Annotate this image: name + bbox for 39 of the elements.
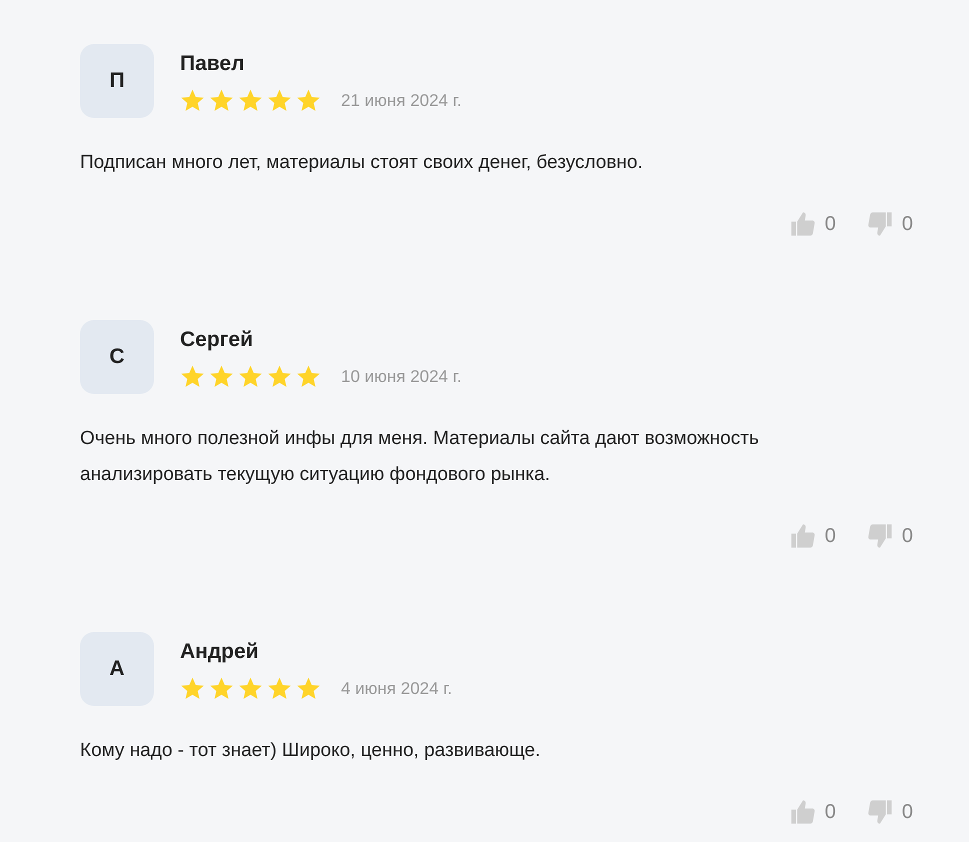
review-date: 21 июня 2024 г.: [341, 90, 462, 112]
thumbs-down-icon: [866, 798, 894, 826]
reviewer-name: Сергей: [180, 327, 254, 353]
star-icon: [209, 364, 234, 390]
star-icon: [238, 364, 263, 390]
review-text: Кому надо - тот знает) Широко, ценно, развивающе.: [80, 739, 542, 763]
star-icon: [180, 364, 205, 390]
star-icon: [296, 676, 321, 702]
thumbs-up-icon: [788, 210, 817, 238]
like-button[interactable]: 0: [788, 209, 836, 239]
thumbs-down-icon: [866, 522, 894, 550]
like-button[interactable]: 0: [788, 797, 836, 827]
star-icon: [209, 88, 234, 114]
avatar: С: [80, 320, 154, 394]
dislike-button[interactable]: 0: [866, 209, 913, 239]
review-text: Подписан много лет, материалы стоят своих денег, безусловно.: [80, 151, 644, 175]
avatar: А: [80, 632, 154, 706]
reviewer-name: Павел: [180, 51, 246, 77]
review-text: Очень много полезной инфы для меня. Материалы сайта дают возможность анализировать текущую ситуацию фондового рынка.: [80, 427, 760, 487]
thumbs-down-icon: [866, 210, 894, 238]
avatar: П: [80, 44, 154, 118]
review-date: 10 июня 2024 г.: [341, 366, 462, 388]
dislike-button[interactable]: 0: [866, 797, 913, 827]
dislike-button[interactable]: 0: [866, 521, 913, 551]
reviewer-name: Андрей: [180, 639, 260, 665]
star-icon: [267, 676, 292, 702]
star-icon: [296, 88, 321, 114]
like-button[interactable]: 0: [788, 521, 836, 551]
review-date: 4 июня 2024 г.: [341, 678, 452, 700]
thumbs-up-icon: [788, 522, 817, 550]
star-icon: [180, 676, 205, 702]
star-icon: [238, 88, 263, 114]
star-icon: [238, 676, 263, 702]
star-icon: [267, 364, 292, 390]
star-icon: [296, 364, 321, 390]
star-icon: [209, 676, 234, 702]
star-icon: [267, 88, 292, 114]
thumbs-up-icon: [788, 798, 817, 826]
star-icon: [180, 88, 205, 114]
